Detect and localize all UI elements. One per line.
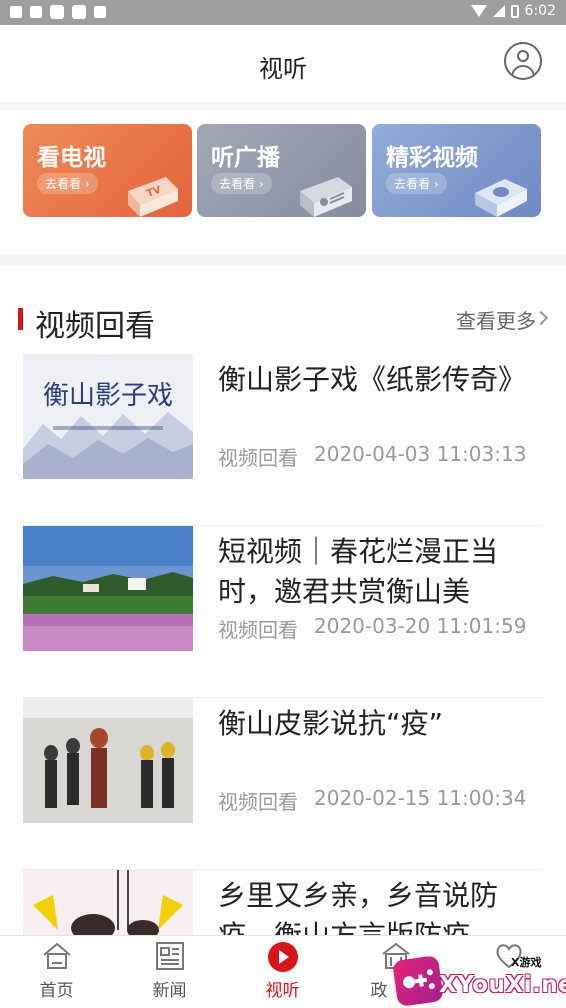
list-item[interactable]: 衡山影子戏 衡山影子戏《纸影传奇》 视频回看 2020-04-03 11:03:… (0, 354, 566, 526)
video-title[interactable]: 衡山影子戏《纸影传奇》 (218, 360, 538, 400)
thumbnail-calligraphy: 衡山影子戏 (43, 381, 173, 411)
list-item[interactable]: 乡里又乡亲，乡音说防疫，衡山方言版防疫 (0, 870, 566, 935)
video-category: 视频回看 (218, 618, 298, 642)
watermark-small-text: X游戏 (511, 956, 542, 969)
wifi-icon (470, 5, 487, 17)
tv-card[interactable]: 看电视 去看看 › TV (23, 124, 192, 217)
app-icon (50, 5, 64, 19)
tab-news[interactable]: 新闻 (113, 936, 226, 1008)
card-title: 看电视 (37, 145, 106, 171)
news-icon (155, 942, 185, 970)
view-more-link[interactable]: 查看更多 (456, 305, 536, 334)
video-title[interactable]: 短视频｜春花烂漫正当时，邀君共赏衡山美 (218, 532, 538, 612)
profile-icon[interactable] (504, 42, 542, 80)
signal-icon (492, 5, 505, 17)
video-time: 2020-02-15 11:00:34 (314, 786, 527, 810)
watermark-text: XYouXi.net (439, 972, 566, 998)
video-meta: 视频回看 2020-02-15 11:00:34 (218, 786, 526, 815)
video-title[interactable]: 衡山皮影说抗“疫” (218, 704, 538, 744)
video-thumbnail[interactable] (23, 698, 193, 823)
video-thumbnail[interactable] (23, 526, 193, 651)
video-thumbnail[interactable] (23, 870, 193, 935)
card-go-button[interactable]: 去看看 › (211, 173, 272, 194)
video-meta: 视频回看 2020-04-03 11:03:13 (218, 442, 526, 471)
radio-icon (300, 177, 352, 217)
notification-icon (10, 6, 22, 18)
home-icon (42, 942, 72, 970)
tab-label: 首页 (39, 981, 74, 1001)
app-icon (72, 5, 86, 19)
a-icon (94, 6, 106, 18)
video-category: 视频回看 (218, 790, 298, 814)
video-card[interactable]: 精彩视频 去看看 › (372, 124, 541, 217)
header: 视听 (0, 25, 566, 102)
list-item[interactable]: 衡山皮影说抗“疫” 视频回看 2020-02-15 11:00:34 (0, 698, 566, 870)
tab-audiovisual[interactable]: 视听 (226, 936, 339, 1008)
clock: 6:02 (524, 3, 556, 19)
video-replay-section: 视频回看 查看更多 衡山影子戏 衡山影子戏《纸影传奇》 视频回看 2020-04… (0, 265, 566, 935)
video-meta: 视频回看 2020-03-20 11:01:59 (218, 614, 526, 643)
video-category: 视频回看 (218, 446, 298, 470)
page-title: 视听 (259, 55, 307, 83)
video-time: 2020-03-20 11:01:59 (314, 614, 527, 638)
play-icon (268, 942, 298, 972)
card-title: 听广播 (211, 145, 280, 171)
notification-icons (10, 5, 106, 19)
video-play-icon (475, 179, 527, 217)
watermark: X游戏 XYouXi.net (391, 938, 566, 1008)
card-go-button[interactable]: 去看看 › (386, 173, 447, 194)
list-item[interactable]: 短视频｜春花烂漫正当时，邀君共赏衡山美 视频回看 2020-03-20 11:0… (0, 526, 566, 698)
section-title: 视频回看 (35, 309, 155, 344)
tv-icon: TV (128, 177, 178, 217)
radio-card[interactable]: 听广播 去看看 › (197, 124, 366, 217)
section-accent-bar (18, 308, 23, 330)
watermark-logo (392, 955, 444, 1007)
card-go-button[interactable]: 去看看 › (37, 173, 98, 194)
video-thumbnail[interactable]: 衡山影子戏 (23, 354, 193, 479)
tab-label: 新闻 (152, 981, 187, 1001)
chevron-right-icon[interactable] (533, 310, 549, 326)
status-bar: 6:02 (0, 0, 566, 25)
card-title: 精彩视频 (386, 145, 478, 171)
category-cards: 看电视 去看看 › TV 听广播 去看看 › 精彩视频 去看看 › (0, 110, 566, 255)
tab-label: 视听 (265, 981, 300, 1001)
sync-icon (30, 6, 42, 18)
tab-home[interactable]: 首页 (0, 936, 113, 1008)
video-title[interactable]: 乡里又乡亲，乡音说防疫，衡山方言版防疫 (218, 876, 538, 935)
battery-icon (510, 4, 519, 18)
video-time: 2020-04-03 11:03:13 (314, 442, 527, 466)
system-icons: 6:02 (470, 3, 556, 19)
